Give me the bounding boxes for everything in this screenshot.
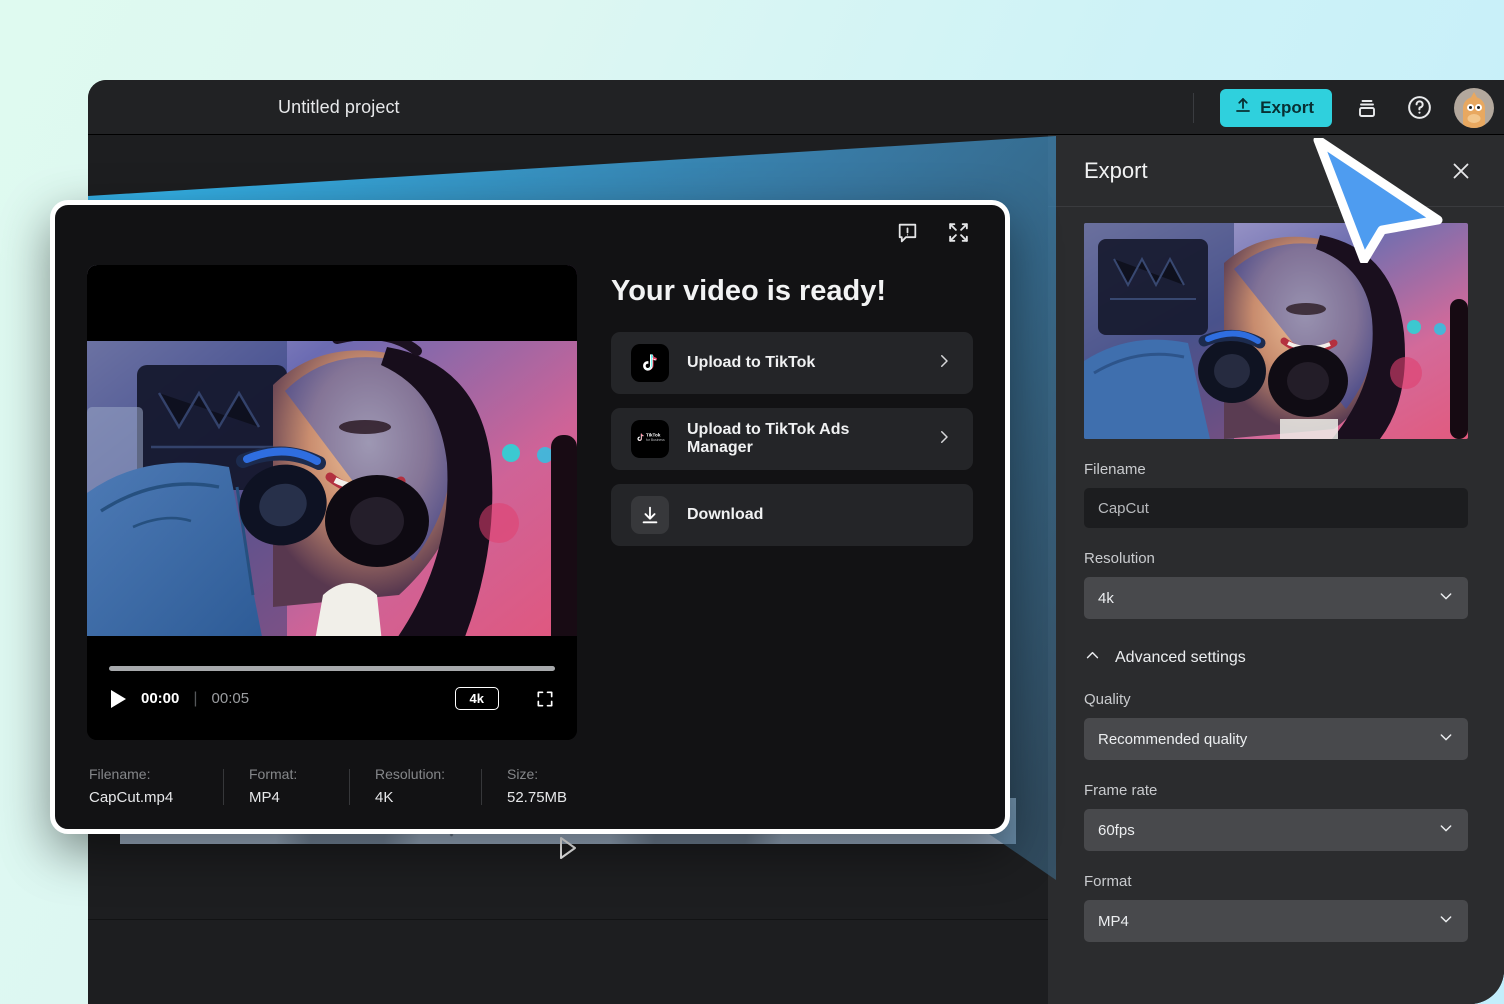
letterbox-top [87,265,577,341]
export-panel-title: Export [1084,157,1148,183]
editor-header: Untitled project Export [88,80,1504,135]
quality-badge[interactable]: 4k [454,687,499,710]
collapse-icon[interactable] [946,220,971,250]
chevron-down-icon [1438,588,1454,608]
meta-key: Size: [507,766,539,782]
video-controls: 00:00 | 00:05 4k [87,652,577,740]
download-button[interactable]: Download [611,484,973,546]
export-button[interactable]: Export [1220,88,1332,127]
meta-value: MP4 [249,789,280,806]
meta-size: Size: 52.75MB [481,766,593,806]
export-panel-body: Filename CapCut Resolution 4k Advanced s… [1048,207,1504,942]
close-icon[interactable] [1448,158,1474,184]
advanced-settings-label: Advanced settings [1115,649,1246,666]
resolution-value: 4k [1098,589,1114,607]
format-select[interactable]: MP4 [1084,900,1468,942]
download-icon [631,496,669,534]
layers-icon[interactable] [1350,91,1384,125]
avatar-eye-right [1475,103,1482,111]
tiktok-business-icon: TikTok for Business [631,420,669,458]
video-preview-card: 00:00 | 00:05 4k [87,265,577,740]
avatar-muzzle [1467,113,1481,123]
modal-main: 00:00 | 00:05 4k Your video is ready! Up… [55,265,1005,740]
avatar[interactable] [1454,87,1494,128]
chevron-down-icon [1438,820,1454,840]
upload-to-tiktok-button[interactable]: Upload to TikTok [611,332,973,394]
avatar-face [1463,96,1485,128]
time-separator: | [193,689,198,707]
quality-value: Recommended quality [1098,730,1248,748]
resolution-label: Resolution [1084,550,1155,567]
letterbox-bottom [87,636,577,652]
meta-value: CapCut.mp4 [89,789,174,806]
meta-value: 4K [375,789,394,806]
current-time: 00:00 [141,690,180,707]
preview-play-button[interactable] [88,835,1048,861]
quality-label: Quality [1084,691,1131,708]
framerate-select[interactable]: 60fps [1084,809,1468,851]
export-button-label: Export [1260,97,1314,117]
meta-format: Format: MP4 [223,766,349,806]
upload-to-tiktok-label: Upload to TikTok [687,354,816,371]
upload-icon [1234,96,1252,119]
control-row: 00:00 | 00:05 4k [109,687,555,710]
help-circle-icon[interactable] [1402,91,1436,125]
export-panel: Export Filename CapCut Resolution 4k Adv… [1048,135,1504,1004]
modal-right-column: Your video is ready! Upload to TikTok Ti… [611,265,973,740]
timeline-divider [88,919,1048,920]
scrubber[interactable] [109,666,555,671]
download-label: Download [687,506,764,523]
resolution-select[interactable]: 4k [1084,577,1468,619]
modal-topbar [55,205,1005,265]
meta-filename: Filename: CapCut.mp4 [89,766,223,806]
total-time: 00:05 [211,690,250,707]
fullscreen-icon[interactable] [535,689,555,709]
filename-value: CapCut [1098,499,1149,517]
upload-to-tiktok-ads-manager-label: Upload to TikTok Ads Manager [687,421,850,456]
feedback-icon[interactable] [895,220,920,250]
tiktok-icon [631,344,669,382]
play-icon[interactable] [109,689,127,709]
chevron-down-icon [1438,911,1454,931]
upload-to-tiktok-ads-manager-button[interactable]: TikTok for Business Upload to TikTok Ads… [611,408,973,470]
meta-value: 52.75MB [507,789,568,806]
format-label: Format [1084,873,1132,890]
filename-input[interactable]: CapCut [1084,488,1468,528]
framerate-label: Frame rate [1084,782,1158,799]
export-panel-header: Export [1048,135,1504,207]
export-complete-modal: 00:00 | 00:05 4k Your video is ready! Up… [50,200,1010,834]
chevron-right-icon [935,428,953,451]
svg-text:for Business: for Business [646,438,665,442]
video-frame [87,265,577,652]
video-thumbnail [1084,223,1468,439]
header-actions: Export [1193,80,1504,135]
meta-key: Format: [249,766,298,782]
page-frame: Untitled project Export Export Filename … [0,0,1504,1004]
advanced-settings-toggle[interactable]: Advanced settings [1084,647,1468,669]
project-title[interactable]: Untitled project [278,97,400,118]
format-value: MP4 [1098,912,1129,930]
avatar-eye-left [1467,103,1474,111]
file-metadata-row: Filename: CapCut.mp4 Format: MP4 Resolut… [55,740,1005,806]
quality-select[interactable]: Recommended quality [1084,718,1468,760]
chevron-right-icon [935,352,953,375]
header-divider [1193,92,1195,123]
chevron-down-icon [1438,729,1454,749]
meta-key: Filename: [89,766,151,782]
ready-title: Your video is ready! [611,275,887,307]
framerate-value: 60fps [1098,821,1135,839]
chevron-up-icon [1084,647,1101,669]
meta-key: Resolution: [375,766,446,782]
filename-label: Filename [1084,461,1146,478]
meta-resolution: Resolution: 4K [349,766,481,806]
svg-text:TikTok: TikTok [646,432,661,437]
